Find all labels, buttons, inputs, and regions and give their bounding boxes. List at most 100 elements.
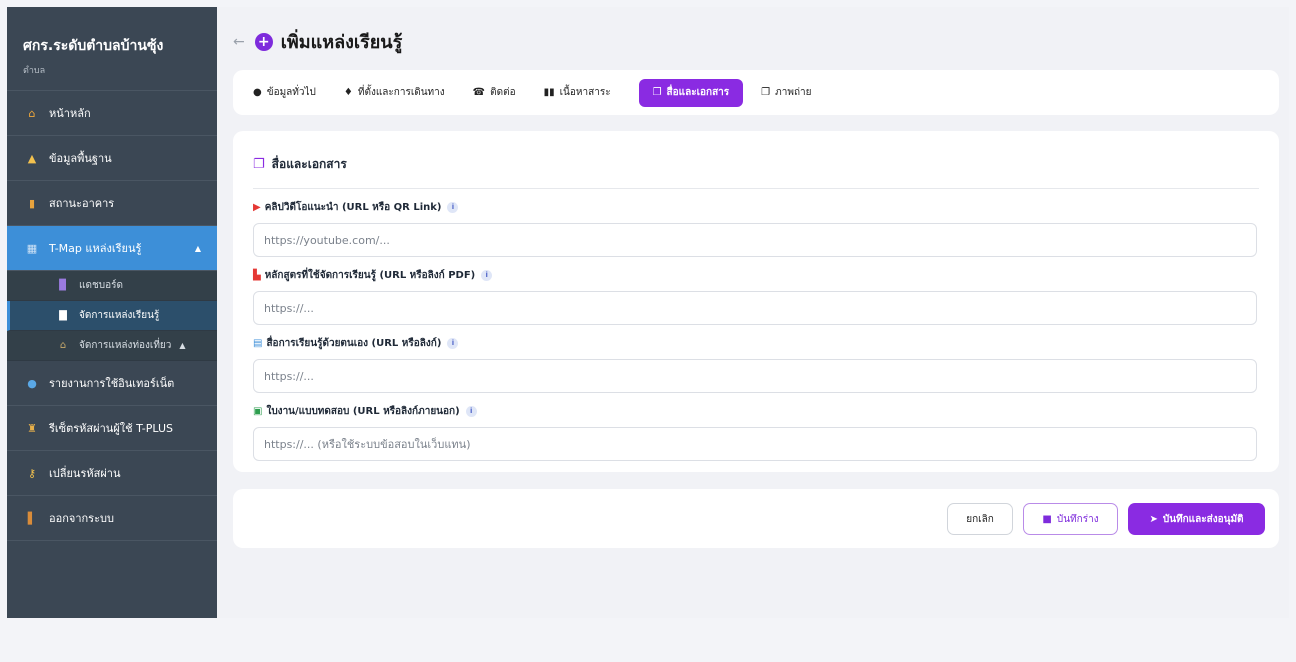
brand-name: ศกร.ระดับตำบลบ้านซุ้ง — [23, 38, 164, 54]
tab-general-info[interactable]: ● ข้อมูลทั่วไป — [253, 79, 316, 107]
user-lock-icon: ♜ — [27, 421, 37, 435]
tab-label: ติดต่อ — [490, 87, 516, 98]
caret-up-icon: ▲ — [194, 243, 201, 253]
tab-media-documents[interactable]: ❐ สื่อและเอกสาร — [638, 78, 744, 107]
field-label-text: สื่อการเรียนรู้ด้วยตนเอง (URL หรือลิงก์) — [266, 337, 442, 349]
tab-label: ภาพถ่าย — [775, 87, 812, 98]
chart-icon: ▉ — [59, 280, 67, 291]
tab-bar: ● ข้อมูลทั่วไป ♦ ที่ตั้งและการเดินทาง ☎ … — [233, 70, 1279, 115]
info-icon[interactable]: i — [447, 337, 459, 349]
media-icon: ❐ — [652, 87, 662, 98]
sidebar-item-building-status[interactable]: ▮ สถานะอาคาร — [7, 181, 217, 226]
images-icon: ❐ — [761, 87, 771, 98]
tab-label: ข้อมูลทั่วไป — [266, 87, 316, 98]
sidebar-subitem-manage-learning[interactable]: ▇ จัดการแหล่งเรียนรู้ — [7, 301, 217, 331]
floppy-disk-icon: ■ — [1042, 513, 1052, 525]
media-icon: ❐ — [253, 157, 265, 172]
self-learning-field-label: ▤ สื่อการเรียนรู้ด้วยตนเอง (URL หรือลิงก… — [253, 336, 1259, 350]
sidebar-item-label: เปลี่ยนรหัสผ่าน — [49, 467, 121, 480]
sidebar-subitem-dashboard[interactable]: ▉ แดชบอร์ด — [7, 271, 217, 301]
sidebar-subitem-label: จัดการแหล่งท่องเที่ยว — [79, 340, 172, 351]
cancel-button[interactable]: ยกเลิก — [947, 503, 1013, 535]
curriculum-field: ▙ หลักสูตรที่ใช้จัดการเรียนรู้ (URL หรือ… — [253, 268, 1259, 325]
page-header: ← + เพิ่มแหล่งเรียนรู้ — [233, 27, 402, 56]
media-documents-card: ❐ สื่อและเอกสาร ▶ คลิปวิดีโอแนะนำ (URL ห… — [233, 131, 1279, 472]
sidebar-item-label: หน้าหลัก — [49, 107, 91, 120]
map-pin-icon: ♦ — [343, 87, 353, 98]
tab-contact[interactable]: ☎ ติดต่อ — [473, 79, 516, 107]
back-arrow-icon[interactable]: ← — [233, 34, 245, 50]
building-icon: ▮ — [28, 196, 36, 210]
field-label-text: หลักสูตรที่ใช้จัดการเรียนรู้ (URL หรือลิ… — [264, 269, 476, 281]
sidebar-item-logout[interactable]: ▌ ออกจากระบบ — [7, 496, 217, 541]
tablet-icon: ▤ — [253, 337, 263, 349]
action-footer: ยกเลิก ■ บันทึกร่าง ➤ บันทึกและส่งอนุมัต… — [233, 489, 1279, 548]
home-icon: ⌂ — [28, 106, 36, 120]
tab-label: ที่ตั้งและการเดินทาง — [357, 87, 445, 98]
save-and-submit-button-label: บันทึกและส่งอนุมัติ — [1162, 513, 1244, 525]
info-house-icon: ▲ — [27, 151, 37, 165]
sidebar-brand: ศกร.ระดับตำบลบ้านซุ้ง ตำบล — [7, 7, 217, 91]
sidebar-item-label: รายงานการใช้อินเทอร์เน็ต — [49, 377, 175, 390]
save-draft-button[interactable]: ■ บันทึกร่าง — [1023, 503, 1118, 535]
sidebar-item-reset-password[interactable]: ♜ รีเซ็ตรหัสผ่านผู้ใช้ T-PLUS — [7, 406, 217, 451]
section-title-text: สื่อและเอกสาร — [271, 157, 347, 171]
book-open-icon: ▮▮ — [543, 87, 555, 98]
caret-up-icon: ▲ — [179, 341, 186, 350]
save-and-submit-button[interactable]: ➤ บันทึกและส่งอนุมัติ — [1128, 503, 1265, 535]
sidebar-item-label: T-Map แหล่งเรียนรู้ — [49, 242, 142, 255]
self-learning-url-input[interactable]: https://... — [253, 359, 1257, 393]
sidebar-item-home[interactable]: ⌂ หน้าหลัก — [7, 91, 217, 136]
self-learning-field: ▤ สื่อการเรียนรู้ด้วยตนเอง (URL หรือลิงก… — [253, 336, 1259, 393]
sidebar: ศกร.ระดับตำบลบ้านซุ้ง ตำบล ⌂ หน้าหลัก ▲ … — [7, 7, 217, 618]
sidebar-item-label: ข้อมูลพื้นฐาน — [49, 152, 112, 165]
sidebar-item-internet-report[interactable]: ● รายงานการใช้อินเทอร์เน็ต — [7, 361, 217, 406]
landmark-icon: ⌂ — [59, 340, 67, 351]
cancel-button-label: ยกเลิก — [966, 513, 994, 525]
youtube-icon: ▶ — [253, 201, 261, 213]
sidebar-subitem-label: แดชบอร์ด — [79, 280, 123, 291]
info-icon[interactable]: i — [447, 201, 459, 213]
tab-content[interactable]: ▮▮ เนื้อหาสาระ — [544, 79, 611, 107]
pdf-icon: ▙ — [253, 269, 261, 281]
main-content: ← + เพิ่มแหล่งเรียนรู้ ● ข้อมูลทั่วไป ♦ … — [217, 7, 1289, 618]
key-icon: ⚷ — [27, 466, 37, 480]
sidebar-subitem-manage-tourism[interactable]: ⌂ จัดการแหล่งท่องเที่ยว ▲ — [7, 331, 217, 361]
video-url-input[interactable]: https://youtube.com/... — [253, 223, 1257, 257]
video-field-label: ▶ คลิปวิดีโอแนะนำ (URL หรือ QR Link) i — [253, 200, 1259, 214]
worksheet-field-label: ▣ ใบงาน/แบบทดสอบ (URL หรือลิงก์ภายนอก) i — [253, 404, 1259, 418]
sidebar-item-tmap[interactable]: ▦ T-Map แหล่งเรียนรู้ ▲ — [7, 226, 217, 271]
sidebar-subitem-label: จัดการแหล่งเรียนรู้ — [79, 310, 160, 321]
field-label-text: ใบงาน/แบบทดสอบ (URL หรือลิงก์ภายนอก) — [266, 405, 460, 417]
plus-circle-icon: + — [254, 32, 273, 51]
phone-icon: ☎ — [472, 87, 486, 98]
globe-icon: ● — [27, 376, 37, 390]
info-icon[interactable]: i — [465, 405, 477, 417]
worksheet-url-input[interactable]: https://... (หรือใช้ระบบข้อสอบในเว็บแทน) — [253, 427, 1257, 461]
curriculum-field-label: ▙ หลักสูตรที่ใช้จัดการเรียนรู้ (URL หรือ… — [253, 268, 1259, 282]
sidebar-item-label: สถานะอาคาร — [49, 197, 115, 210]
book-icon: ▇ — [59, 310, 67, 321]
tab-location[interactable]: ♦ ที่ตั้งและการเดินทาง — [344, 79, 445, 107]
tab-photos[interactable]: ❐ ภาพถ่าย — [761, 79, 811, 107]
video-field: ▶ คลิปวิดีโอแนะนำ (URL หรือ QR Link) i h… — [253, 200, 1259, 257]
save-draft-button-label: บันทึกร่าง — [1056, 513, 1099, 525]
page-title: เพิ่มแหล่งเรียนรู้ — [280, 32, 403, 53]
info-icon[interactable]: i — [481, 269, 493, 281]
tab-label: สื่อและเอกสาร — [666, 87, 730, 98]
sidebar-item-basic-info[interactable]: ▲ ข้อมูลพื้นฐาน — [7, 136, 217, 181]
info-circle-icon: ● — [253, 87, 262, 98]
curriculum-url-input[interactable]: https://... — [253, 291, 1257, 325]
field-label-text: คลิปวิดีโอแนะนำ (URL หรือ QR Link) — [264, 201, 442, 213]
brand-subtitle: ตำบล — [23, 66, 46, 76]
section-title: ❐ สื่อและเอกสาร — [253, 141, 1259, 189]
map-icon: ▦ — [26, 241, 38, 255]
sidebar-item-change-password[interactable]: ⚷ เปลี่ยนรหัสผ่าน — [7, 451, 217, 496]
worksheet-field: ▣ ใบงาน/แบบทดสอบ (URL หรือลิงก์ภายนอก) i… — [253, 404, 1259, 461]
tab-label: เนื้อหาสาระ — [559, 87, 611, 98]
sidebar-item-label: รีเซ็ตรหัสผ่านผู้ใช้ T-PLUS — [49, 422, 173, 435]
sidebar-item-label: ออกจากระบบ — [49, 512, 114, 525]
paper-plane-icon: ➤ — [1149, 513, 1158, 525]
clipboard-icon: ▣ — [253, 405, 263, 417]
door-icon: ▌ — [27, 511, 37, 525]
